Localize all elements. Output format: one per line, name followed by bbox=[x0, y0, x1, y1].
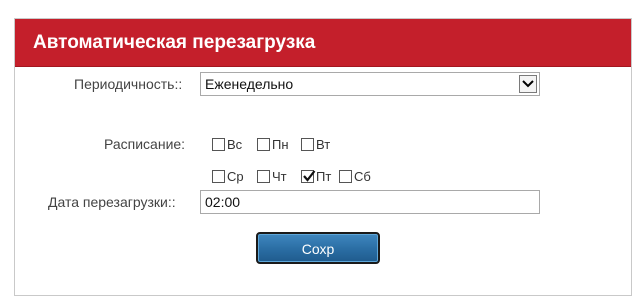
checkbox[interactable] bbox=[212, 170, 225, 183]
frequency-select[interactable]: Еженедельно bbox=[200, 72, 540, 96]
checkbox[interactable] bbox=[339, 170, 352, 183]
checkmark-icon bbox=[303, 170, 316, 182]
day-label: Пн bbox=[272, 137, 289, 152]
day-label: Пт bbox=[316, 169, 332, 184]
checkbox[interactable] bbox=[301, 170, 316, 183]
save-button[interactable]: Сохр bbox=[256, 232, 380, 264]
chevron-down-icon[interactable] bbox=[519, 75, 537, 93]
checkbox[interactable] bbox=[257, 138, 270, 151]
checkbox[interactable] bbox=[212, 138, 225, 151]
day-label: Вс bbox=[227, 137, 243, 152]
frequency-select-value: Еженедельно bbox=[205, 76, 294, 92]
day-label: Сб bbox=[354, 169, 371, 184]
reboot-time-label: Дата перезагрузки:: bbox=[48, 194, 176, 210]
day-label: Ср bbox=[227, 169, 244, 184]
schedule-label: Расписание: bbox=[104, 136, 186, 152]
panel-header: Автоматическая перезагрузка bbox=[15, 19, 631, 67]
checkbox[interactable] bbox=[301, 138, 314, 151]
save-button-label: Сохр bbox=[301, 241, 335, 257]
frequency-label: Периодичность:: bbox=[74, 76, 183, 92]
reboot-time-input[interactable]: 02:00 bbox=[200, 190, 540, 214]
reboot-time-value: 02:00 bbox=[205, 194, 241, 210]
day-label: Вт bbox=[316, 137, 331, 152]
day-label: Чт bbox=[272, 169, 287, 184]
panel-title: Автоматическая перезагрузка bbox=[33, 32, 316, 53]
checkbox[interactable] bbox=[257, 170, 270, 183]
